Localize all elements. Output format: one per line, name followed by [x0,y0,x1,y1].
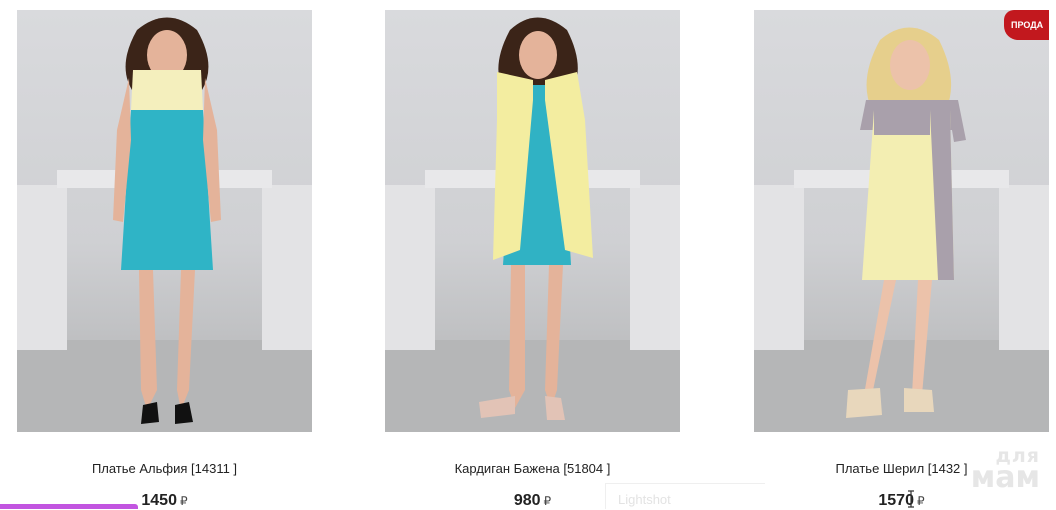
product-title[interactable]: Кардиган Бажена [51804 ] [385,461,680,476]
sale-badge: ПРОДА [1004,10,1049,40]
product-title[interactable]: Платье Альфия [14311 ] [17,461,312,476]
site-watermark: для мам [971,447,1040,493]
product-card-2[interactable]: Кардиган Бажена [51804 ] 980 ₽ [385,10,680,510]
watermark-line-2: мам [970,460,1040,495]
lightshot-overlay: Lightshot [605,483,765,509]
product-card-3[interactable]: ПРОДА Платье Шерил [1432 ] 1570 ₽ [754,10,1049,510]
price-value: 980 [513,492,541,509]
dress-top [131,70,203,110]
model-photo-illustration [17,17,312,432]
product-image[interactable] [17,10,312,432]
dress-body [121,110,213,270]
product-card-1[interactable]: Платье Альфия [14311 ] 1450 ₽ [17,10,312,510]
currency-symbol: ₽ [916,494,925,508]
product-image[interactable] [385,10,680,432]
text-cursor-icon [908,490,914,508]
model-photo-illustration [754,27,1049,432]
product-image[interactable]: ПРОДА [754,10,1049,432]
purple-bar [0,504,138,509]
currency-symbol: ₽ [543,494,552,508]
currency-symbol: ₽ [179,494,188,508]
price-value: 1450 [141,492,177,509]
model-photo-illustration [385,17,680,432]
